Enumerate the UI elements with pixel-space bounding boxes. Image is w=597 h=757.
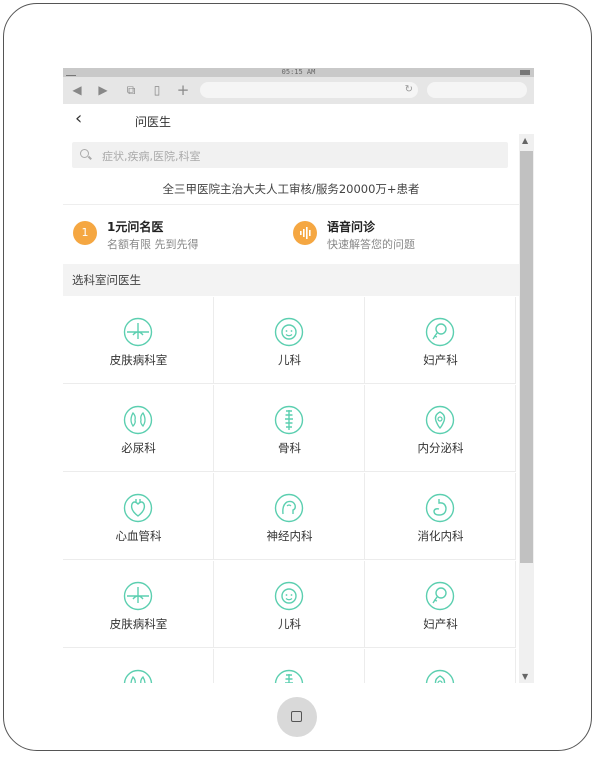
add-tab-icon[interactable]: + — [175, 82, 191, 98]
status-bar: 05:15 AM — [63, 68, 534, 77]
search-input[interactable]: 症状,疾病,医院,科室 — [72, 142, 508, 168]
battery-icon — [520, 70, 530, 75]
service-banner: 全三甲医院主治大夫人工审核/服务20000万+患者 — [63, 174, 519, 205]
department-label: 消化内科 — [417, 529, 464, 543]
department-cell[interactable] — [214, 649, 365, 683]
gynecology-icon — [425, 581, 455, 611]
page-content: ‹ 问医生 症状,疾病,医院,科室 全三甲医院主治大夫人工审核/服务20000万… — [63, 104, 519, 683]
department-label: 妇产科 — [423, 353, 458, 367]
scroll-down-icon[interactable]: ▼ — [522, 672, 528, 681]
department-label: 儿科 — [278, 617, 301, 631]
browser-toolbar: ◀ ▶ ⧉ ▯ + ↻ — [63, 77, 534, 104]
department-label: 内分泌科 — [417, 441, 464, 455]
department-cell[interactable]: 必尿科 — [63, 385, 214, 472]
promo-card-cheap-consult[interactable]: 1 1元问名医 名额有限 先到先得 — [63, 204, 263, 264]
department-cell[interactable]: 妇产科 — [365, 297, 516, 384]
department-cell[interactable] — [365, 649, 516, 683]
kidney-icon — [123, 405, 153, 435]
home-square-icon — [291, 711, 302, 722]
page-header: ‹ 问医生 — [63, 104, 519, 136]
department-label: 神经内科 — [266, 529, 313, 543]
baby-icon — [274, 317, 304, 347]
endocrine-icon — [425, 669, 455, 683]
skin-icon — [123, 317, 153, 347]
skin-icon — [123, 581, 153, 611]
department-cell[interactable]: 心血管科 — [63, 473, 214, 560]
status-time: 05:15 AM — [281, 68, 316, 76]
home-button[interactable] — [277, 697, 317, 737]
baby-icon — [274, 581, 304, 611]
promo-subtitle: 名额有限 先到先得 — [107, 238, 199, 251]
kidney-icon — [123, 669, 153, 683]
department-cell[interactable]: 儿科 — [214, 561, 365, 648]
department-label: 皮肤病科室 — [109, 617, 168, 631]
chevron-left-icon[interactable]: ‹ — [75, 110, 82, 128]
search-placeholder: 症状,疾病,医院,科室 — [102, 150, 201, 163]
department-label: 儿科 — [278, 353, 301, 367]
promo-title: 1元问名医 — [107, 220, 164, 234]
endocrine-icon — [425, 405, 455, 435]
promo-title: 语音问诊 — [327, 220, 376, 234]
gynecology-icon — [425, 317, 455, 347]
bookmark-icon[interactable]: ▯ — [149, 82, 165, 98]
department-cell[interactable]: 皮肤病科室 — [63, 561, 214, 648]
department-cell[interactable] — [63, 649, 214, 683]
promo-subtitle: 快速解答您的问题 — [327, 238, 415, 251]
stomach-icon — [425, 493, 455, 523]
brain-icon — [274, 493, 304, 523]
department-label: 骨科 — [278, 441, 301, 455]
spine-icon — [274, 405, 304, 435]
department-cell[interactable]: 消化内科 — [365, 473, 516, 560]
department-cell[interactable]: 妇产科 — [365, 561, 516, 648]
browser-search-field[interactable] — [427, 82, 527, 98]
department-label: 心血管科 — [115, 529, 162, 543]
department-cell[interactable]: 儿科 — [214, 297, 365, 384]
coin-icon: 1 — [73, 221, 97, 245]
heart-icon — [123, 493, 153, 523]
url-bar[interactable]: ↻ — [200, 82, 418, 98]
spine-icon — [274, 669, 304, 683]
screen: 05:15 AM ◀ ▶ ⧉ ▯ + ↻ ‹ 问医生 症状,疾病,医院,科室 全… — [63, 68, 534, 683]
department-label: 皮肤病科室 — [109, 353, 168, 367]
reload-icon[interactable]: ↻ — [405, 82, 413, 98]
department-cell[interactable]: 神经内科 — [214, 473, 365, 560]
back-arrow-icon[interactable]: ◀ — [69, 82, 85, 98]
scroll-up-icon[interactable]: ▲ — [522, 136, 528, 145]
scrollbar[interactable]: ▲ ▼ — [519, 134, 534, 683]
section-title: 选科室问医生 — [63, 264, 519, 296]
department-cell[interactable]: 骨科 — [214, 385, 365, 472]
page-title: 问医生 — [135, 115, 172, 129]
department-label: 妇产科 — [423, 617, 458, 631]
tabs-icon[interactable]: ⧉ — [123, 82, 139, 98]
department-cell[interactable]: 皮肤病科室 — [63, 297, 214, 384]
department-label: 必尿科 — [121, 441, 156, 455]
promo-card-voice-consult[interactable]: 语音问诊 快速解答您的问题 — [283, 204, 483, 264]
search-icon — [80, 149, 89, 158]
department-cell[interactable]: 内分泌科 — [365, 385, 516, 472]
scrollbar-thumb[interactable] — [520, 151, 533, 563]
forward-arrow-icon[interactable]: ▶ — [95, 82, 111, 98]
voice-icon — [293, 221, 317, 245]
